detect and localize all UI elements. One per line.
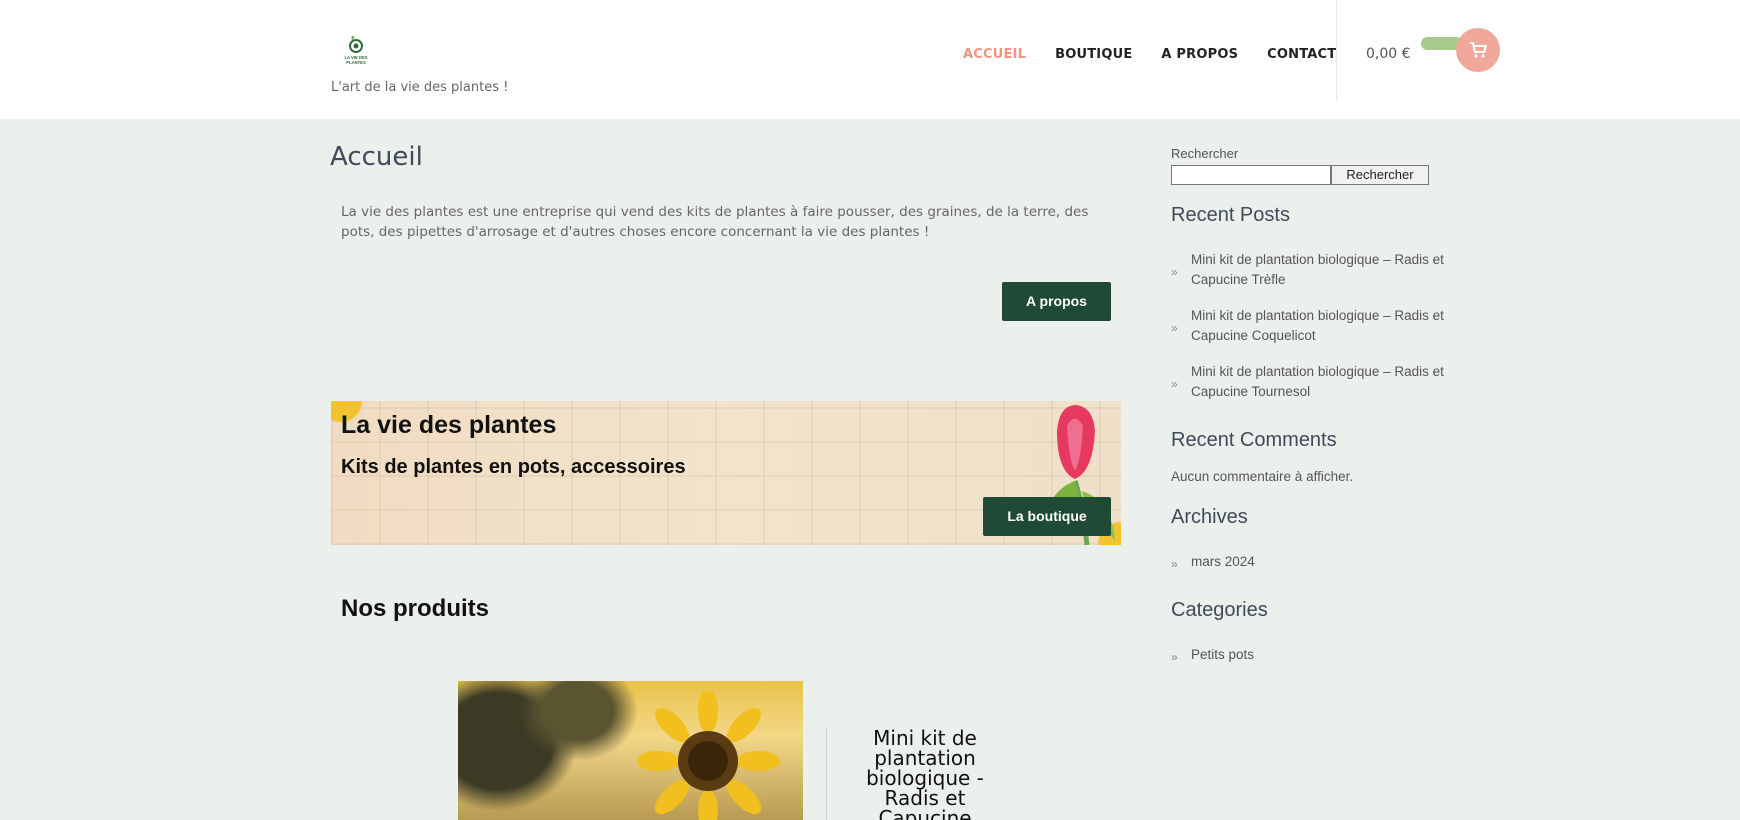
cart-icon — [1470, 42, 1487, 58]
recent-post-link[interactable]: Mini kit de plantation biologique – Radi… — [1191, 364, 1444, 399]
a-propos-button[interactable]: A propos — [1002, 282, 1111, 321]
product-image[interactable] — [458, 681, 803, 820]
chevron-right-icon: » — [1171, 321, 1178, 335]
sunflower-image — [638, 691, 780, 820]
search-input[interactable] — [1171, 165, 1331, 185]
archive-link[interactable]: mars 2024 — [1191, 554, 1255, 569]
svg-text:PLANTES: PLANTES — [346, 60, 366, 65]
recent-post-link[interactable]: Mini kit de plantation biologique – Radi… — [1191, 252, 1444, 287]
cart-button[interactable] — [1456, 28, 1500, 72]
category-link[interactable]: Petits pots — [1191, 647, 1254, 662]
product-divider — [826, 727, 827, 820]
nav-item-boutique[interactable]: BOUTIQUE — [1055, 47, 1132, 62]
site-tagline: L'art de la vie des plantes ! — [331, 80, 509, 95]
la-boutique-button[interactable]: La boutique — [983, 497, 1111, 536]
chevron-right-icon: » — [1171, 377, 1178, 391]
plant-logo-icon: LA VIE DES PLANTES — [344, 35, 368, 65]
recent-post-item[interactable]: » Mini kit de plantation biologique – Ra… — [1171, 306, 1471, 346]
search-label: Rechercher — [1171, 146, 1239, 161]
chevron-right-icon: » — [1171, 265, 1178, 279]
page-title: Accueil — [330, 142, 423, 172]
nav-item-accueil[interactable]: ACCUEIL — [963, 47, 1026, 62]
recent-post-item[interactable]: » Mini kit de plantation biologique – Ra… — [1171, 250, 1471, 290]
recent-post-item[interactable]: » Mini kit de plantation biologique – Ra… — [1171, 362, 1471, 402]
site-header: LA VIE DES PLANTES L'art de la vie des p… — [0, 0, 1740, 119]
recent-comments-title: Recent Comments — [1171, 429, 1337, 451]
cart-total[interactable]: 0,00 € — [1366, 46, 1411, 62]
archive-item[interactable]: » mars 2024 — [1171, 552, 1471, 572]
intro-text: La vie des plantes est une entreprise qu… — [341, 204, 1089, 240]
chevron-right-icon: » — [1171, 650, 1178, 664]
banner-subtitle: Kits de plantes en pots, accessoires — [341, 456, 686, 478]
products-heading: Nos produits — [341, 595, 489, 622]
main-nav: ACCUEIL BOUTIQUE A PROPOS CONTACT — [963, 47, 1365, 62]
category-item[interactable]: » Petits pots — [1171, 645, 1471, 665]
search-button[interactable]: Rechercher — [1331, 165, 1429, 185]
product-image-shade — [518, 681, 638, 761]
archives-title: Archives — [1171, 506, 1248, 528]
nav-item-contact[interactable]: CONTACT — [1267, 47, 1336, 62]
product-title[interactable]: Mini kit de plantation biologique - Radi… — [850, 728, 1000, 820]
no-comments-text: Aucun commentaire à afficher. — [1171, 469, 1354, 484]
header-divider — [1336, 0, 1337, 101]
chevron-right-icon: » — [1171, 557, 1178, 571]
recent-post-link[interactable]: Mini kit de plantation biologique – Radi… — [1191, 308, 1444, 343]
banner-title: La vie des plantes — [341, 411, 557, 439]
categories-title: Categories — [1171, 599, 1268, 621]
site-logo[interactable]: LA VIE DES PLANTES — [338, 33, 374, 69]
nav-item-a-propos[interactable]: A PROPOS — [1161, 47, 1238, 62]
recent-posts-title: Recent Posts — [1171, 204, 1290, 226]
